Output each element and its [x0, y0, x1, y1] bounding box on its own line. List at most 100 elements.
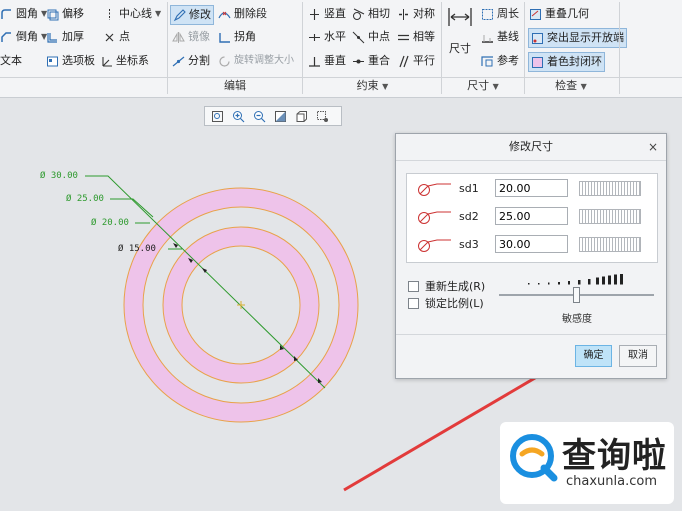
- centerline-button[interactable]: 中心线 ▼: [103, 5, 161, 23]
- regenerate-checkbox[interactable]: [408, 280, 419, 292]
- watermark-logo: 查询啦 chaxunla.com: [500, 422, 674, 504]
- thicken-button[interactable]: 加厚: [46, 28, 84, 46]
- dimension-label-30[interactable]: Ø 30.00: [40, 171, 78, 181]
- ribbon-separator: [524, 2, 525, 94]
- ok-button[interactable]: 确定: [575, 345, 612, 367]
- shade-closed-loops-button[interactable]: 着色封闭环: [528, 52, 605, 72]
- centerline-icon: [103, 8, 116, 21]
- highlight-open-ends-icon: [531, 32, 544, 45]
- dialog-title-bar[interactable]: 修改尺寸 ×: [396, 134, 666, 161]
- overlap-geometry-button[interactable]: 重叠几何: [529, 5, 589, 23]
- chamfer-button[interactable]: 倒角 ▼: [0, 28, 47, 46]
- magnifier-logo-icon: [510, 434, 558, 482]
- horizontal-constraint-button[interactable]: 水平: [308, 28, 346, 46]
- palette-icon: [46, 55, 59, 68]
- ribbon-divider: [0, 77, 682, 78]
- sensitivity-slider-thumb[interactable]: [573, 287, 580, 303]
- sd3-value-input[interactable]: [495, 235, 568, 253]
- sd1-value-input[interactable]: [495, 179, 568, 197]
- chamfer-icon: [0, 31, 13, 44]
- offset-icon: [46, 8, 59, 21]
- vertical-constraint-button[interactable]: 竖直: [308, 5, 346, 23]
- rotate-resize-icon: [218, 55, 231, 68]
- perpendicular-icon: [308, 55, 321, 68]
- coincident-icon: [352, 55, 365, 68]
- reference-icon: [481, 55, 494, 68]
- dimension-button[interactable]: 尺寸: [445, 6, 475, 56]
- reference-button[interactable]: 参考: [481, 52, 519, 70]
- dimension-row-sd1: sd1: [407, 178, 657, 202]
- corner-icon: [218, 31, 231, 44]
- delete-segment-icon: [218, 8, 231, 21]
- text-button[interactable]: 文本: [0, 52, 22, 70]
- baseline-icon: [481, 31, 494, 44]
- modify-dimensions-dialog: 修改尺寸 × sd1 sd2 sd3 重新生成(R) 锁定比例(L): [395, 133, 667, 379]
- diameter-dimension-icon: [418, 183, 451, 196]
- dimension-icon: [447, 6, 473, 28]
- sd2-value-input[interactable]: [495, 207, 568, 225]
- ribbon-separator: [302, 2, 303, 94]
- dimension-row-sd2: sd2: [407, 206, 657, 230]
- ribbon-separator: [167, 2, 168, 94]
- center-point-icon: [237, 301, 245, 309]
- symmetric-constraint-button[interactable]: 对称: [397, 5, 435, 23]
- mirror-button[interactable]: 镜像: [172, 28, 210, 46]
- vertical-icon: [308, 8, 321, 21]
- divide-icon: [172, 55, 185, 68]
- dimension-label-20[interactable]: Ø 20.00: [91, 218, 129, 228]
- lock-scale-checkbox[interactable]: [408, 297, 419, 309]
- constraints-group-label[interactable]: 约束 ▼: [305, 78, 440, 94]
- equal-icon: [397, 31, 410, 44]
- dimension-label-25[interactable]: Ø 25.00: [66, 194, 104, 204]
- dimension-row-sd3: sd3: [407, 234, 657, 258]
- sensitivity-label: 敏感度: [562, 314, 592, 325]
- perpendicular-constraint-button[interactable]: 垂直: [308, 52, 346, 70]
- chevron-down-icon: ▼: [382, 82, 389, 91]
- thicken-icon: [46, 31, 59, 44]
- sd1-thumbwheel[interactable]: [579, 181, 641, 196]
- corner-button[interactable]: 拐角: [218, 28, 256, 46]
- sensitivity-scale-icon: [528, 274, 623, 285]
- palette-button[interactable]: 选项板: [46, 52, 95, 70]
- lock-scale-option[interactable]: 锁定比例(L): [408, 295, 484, 311]
- sd2-thumbwheel[interactable]: [579, 209, 641, 224]
- shade-closed-loops-icon: [531, 56, 544, 69]
- sd3-thumbwheel[interactable]: [579, 237, 641, 252]
- parallel-icon: [397, 55, 410, 68]
- highlight-open-ends-button[interactable]: 突出显示开放端: [528, 28, 627, 48]
- inspect-group-label[interactable]: 检查 ▼: [526, 78, 616, 94]
- dimension-label-15[interactable]: Ø 15.00: [118, 244, 156, 254]
- divide-button[interactable]: 分割: [172, 52, 210, 70]
- ribbon-separator: [441, 2, 442, 94]
- dialog-divider: [396, 334, 666, 335]
- regenerate-option[interactable]: 重新生成(R): [408, 278, 485, 294]
- delete-segment-button[interactable]: 删除段: [218, 5, 267, 23]
- rotate-resize-button[interactable]: 旋转调整大小: [218, 52, 294, 70]
- dialog-title: 修改尺寸: [509, 140, 553, 153]
- coincident-constraint-button[interactable]: 重合: [352, 52, 390, 70]
- chevron-down-icon: ▼: [580, 82, 587, 91]
- modify-icon: [173, 8, 186, 22]
- tangent-constraint-button[interactable]: 相切: [352, 5, 390, 23]
- midpoint-icon: [352, 31, 365, 44]
- coordinate-system-button[interactable]: 坐标系: [100, 52, 149, 70]
- fillet-button[interactable]: 圆角 ▼: [0, 5, 47, 23]
- perimeter-button[interactable]: 周长: [481, 5, 519, 23]
- close-icon[interactable]: ×: [648, 134, 658, 160]
- modify-button[interactable]: 修改: [170, 5, 214, 25]
- chevron-down-icon: ▼: [155, 9, 162, 18]
- dimension-group-label[interactable]: 尺寸 ▼: [443, 78, 523, 94]
- offset-button[interactable]: 偏移: [46, 5, 84, 23]
- cancel-button[interactable]: 取消: [619, 345, 657, 367]
- mirror-icon: [172, 31, 185, 44]
- overlap-geometry-icon: [529, 8, 542, 21]
- parallel-constraint-button[interactable]: 平行: [397, 52, 435, 70]
- equal-constraint-button[interactable]: 相等: [397, 28, 435, 46]
- watermark-url: chaxunla.com: [566, 474, 657, 489]
- point-icon: [103, 31, 116, 44]
- baseline-button[interactable]: 基线: [481, 28, 519, 46]
- watermark-name: 查询啦: [562, 436, 667, 476]
- midpoint-constraint-button[interactable]: 中点: [352, 28, 390, 46]
- point-button[interactable]: 点: [103, 28, 130, 46]
- diameter-dimension-icon: [418, 239, 451, 252]
